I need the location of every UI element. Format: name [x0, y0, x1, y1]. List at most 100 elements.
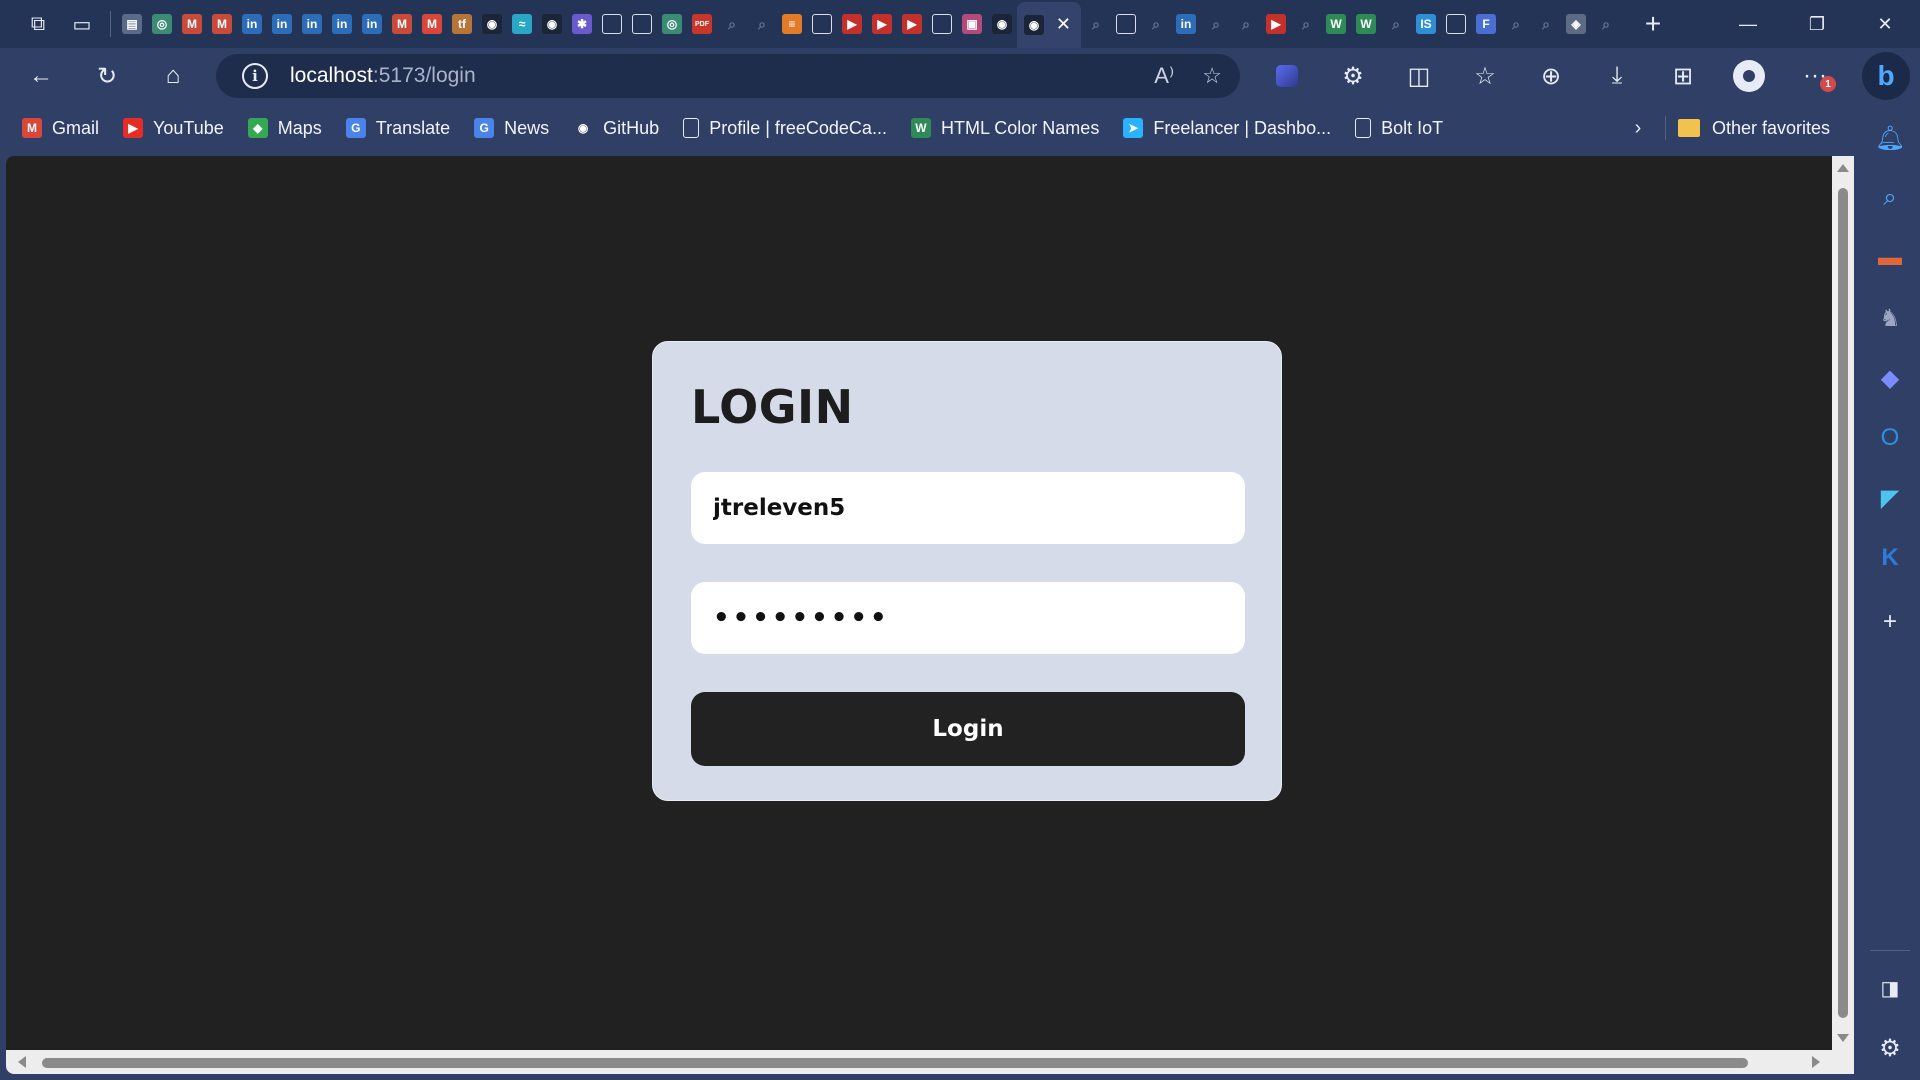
- tab[interactable]: [597, 6, 627, 42]
- bookmark-item[interactable]: ◆ Maps: [247, 108, 336, 148]
- tab[interactable]: ⌕: [1591, 6, 1621, 42]
- close-tab-icon[interactable]: ✕: [1056, 14, 1071, 35]
- scrollbar-thumb[interactable]: [42, 1058, 1748, 1068]
- apps-icon[interactable]: ⊞: [1650, 48, 1716, 104]
- app-k-icon[interactable]: K: [1872, 540, 1908, 576]
- tab[interactable]: ⌕: [1081, 6, 1111, 42]
- notifications-bell-icon[interactable]: 🔔︎: [1872, 120, 1908, 156]
- tab[interactable]: IS: [1411, 6, 1441, 42]
- scroll-right-icon[interactable]: [1812, 1056, 1820, 1068]
- drop-icon[interactable]: ◤: [1872, 480, 1908, 516]
- bookmark-item[interactable]: G News: [474, 108, 563, 148]
- login-button[interactable]: Login: [691, 692, 1245, 766]
- tab[interactable]: ◎: [147, 6, 177, 42]
- extension-app-icon[interactable]: [1254, 48, 1320, 104]
- collections-icon[interactable]: ⊕: [1518, 48, 1584, 104]
- bookmark-item[interactable]: Profile | freeCodeCa...: [683, 108, 901, 148]
- tab[interactable]: F: [1471, 6, 1501, 42]
- favorites-icon[interactable]: ☆: [1452, 48, 1518, 104]
- tab[interactable]: ▶: [837, 6, 867, 42]
- tab[interactable]: in: [327, 6, 357, 42]
- search-icon[interactable]: ⌕: [1872, 180, 1908, 216]
- back-button[interactable]: ←: [8, 48, 74, 104]
- tab[interactable]: in: [267, 6, 297, 42]
- tab[interactable]: M: [387, 6, 417, 42]
- tab[interactable]: ⌕: [1381, 6, 1411, 42]
- home-button[interactable]: ⌂: [140, 48, 206, 104]
- tools-icon[interactable]: ▬: [1872, 240, 1908, 276]
- tab[interactable]: M: [177, 6, 207, 42]
- tab[interactable]: ≈: [507, 6, 537, 42]
- tab[interactable]: ▶: [1261, 6, 1291, 42]
- profile-avatar[interactable]: [1716, 48, 1782, 104]
- tab[interactable]: ⌕: [717, 6, 747, 42]
- bookmark-item[interactable]: M Gmail: [22, 108, 113, 148]
- workspaces-icon[interactable]: ⧉: [16, 4, 60, 44]
- outlook-icon[interactable]: O: [1872, 420, 1908, 456]
- tab[interactable]: ⌕: [1141, 6, 1171, 42]
- hide-sidebar-icon[interactable]: ◨: [1872, 970, 1908, 1006]
- username-field[interactable]: [691, 472, 1245, 544]
- bookmark-item[interactable]: Bolt IoT: [1355, 108, 1457, 148]
- tab[interactable]: ▣: [957, 6, 987, 42]
- downloads-icon[interactable]: ⤓: [1584, 48, 1650, 104]
- tab[interactable]: ≡: [777, 6, 807, 42]
- bookmark-item[interactable]: W HTML Color Names: [910, 108, 1113, 148]
- sidebar-settings-gear-icon[interactable]: ⚙: [1872, 1030, 1908, 1066]
- tab[interactable]: ✱: [567, 6, 597, 42]
- copilot-icon[interactable]: b: [1862, 52, 1910, 100]
- minimize-button[interactable]: —: [1713, 0, 1783, 48]
- tab[interactable]: ⌕: [1291, 6, 1321, 42]
- tab[interactable]: ⌕: [1201, 6, 1231, 42]
- more-bookmarks-chevron-icon[interactable]: ›: [1626, 104, 1650, 152]
- bookmark-item[interactable]: ➤ Freelancer | Dashbo...: [1123, 108, 1345, 148]
- scroll-left-icon[interactable]: [18, 1056, 26, 1068]
- close-window-button[interactable]: ✕: [1850, 0, 1920, 48]
- new-tab-button[interactable]: +: [1633, 4, 1673, 44]
- bookmark-item[interactable]: ▶ YouTube: [123, 108, 238, 148]
- tab[interactable]: M: [207, 6, 237, 42]
- tab[interactable]: M: [417, 6, 447, 42]
- tab[interactable]: in: [1171, 6, 1201, 42]
- tab[interactable]: [1441, 6, 1471, 42]
- refresh-button[interactable]: ↻: [74, 48, 140, 104]
- split-screen-icon[interactable]: ◫: [1386, 48, 1452, 104]
- tab[interactable]: ▶: [897, 6, 927, 42]
- tab[interactable]: ▤: [117, 6, 147, 42]
- more-menu-icon[interactable]: ··· 1: [1782, 48, 1848, 104]
- copilot-app-icon[interactable]: ◆: [1872, 360, 1908, 396]
- tab[interactable]: [807, 6, 837, 42]
- tab[interactable]: tf: [447, 6, 477, 42]
- tab[interactable]: in: [357, 6, 387, 42]
- tab[interactable]: ▶: [867, 6, 897, 42]
- tab[interactable]: in: [297, 6, 327, 42]
- tab[interactable]: in: [237, 6, 267, 42]
- tab-actions-icon[interactable]: ▭: [60, 4, 104, 44]
- tab[interactable]: ◉: [537, 6, 567, 42]
- other-favorites-folder[interactable]: Other favorites: [1678, 108, 1830, 148]
- tab[interactable]: ◎: [657, 6, 687, 42]
- tab[interactable]: ⌕: [1501, 6, 1531, 42]
- tab[interactable]: [1111, 6, 1141, 42]
- tab[interactable]: ⌕: [1531, 6, 1561, 42]
- scrollbar-thumb[interactable]: [1838, 188, 1848, 1018]
- tab[interactable]: W: [1321, 6, 1351, 42]
- tab[interactable]: ⌕: [747, 6, 777, 42]
- games-icon[interactable]: ♞: [1872, 300, 1908, 336]
- tab-active[interactable]: ◉ ✕: [1017, 2, 1081, 48]
- tab[interactable]: W: [1351, 6, 1381, 42]
- tab[interactable]: ◈: [1561, 6, 1591, 42]
- tab[interactable]: ◉: [987, 6, 1017, 42]
- tab[interactable]: ◉: [477, 6, 507, 42]
- horizontal-scrollbar[interactable]: [6, 1050, 1854, 1074]
- extensions-icon[interactable]: ⚙: [1320, 48, 1386, 104]
- bookmark-item[interactable]: G Translate: [345, 108, 464, 148]
- vertical-scrollbar[interactable]: [1832, 156, 1854, 1050]
- read-aloud-icon[interactable]: A⁾: [1154, 63, 1174, 89]
- password-field[interactable]: [691, 582, 1245, 654]
- address-bar[interactable]: i localhost:5173/login A⁾ ☆: [216, 54, 1240, 98]
- restore-button[interactable]: ❐: [1782, 0, 1852, 48]
- tab[interactable]: ⌕: [1231, 6, 1261, 42]
- bookmark-item[interactable]: ◉ GitHub: [573, 108, 673, 148]
- add-sidebar-app-icon[interactable]: +: [1872, 604, 1908, 640]
